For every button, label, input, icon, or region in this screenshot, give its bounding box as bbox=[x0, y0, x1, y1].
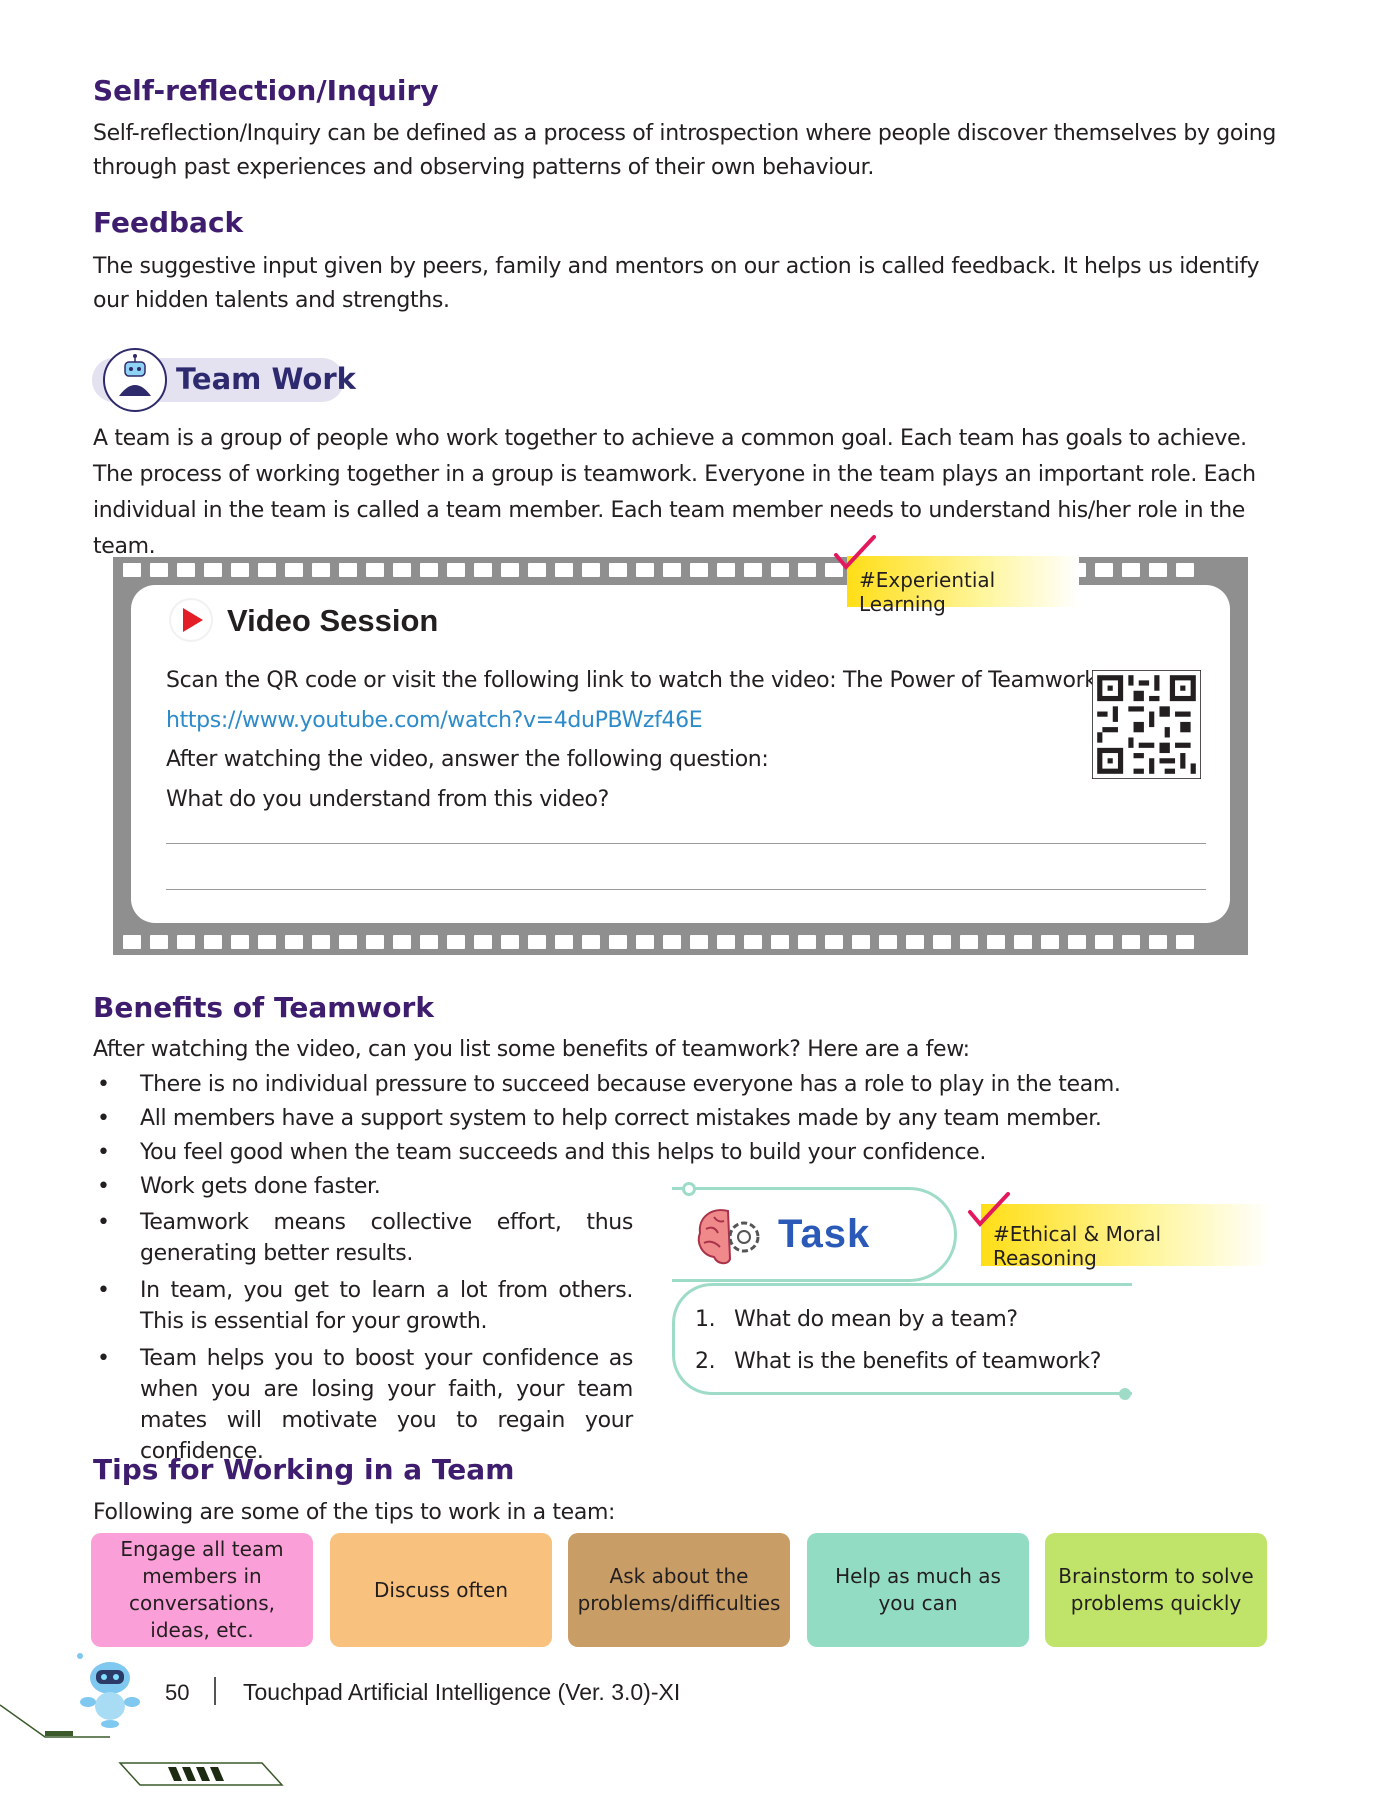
experiential-learning-text: #Experiential Learning bbox=[859, 568, 996, 616]
benefits-list-top: There is no individual pressure to succe… bbox=[93, 1068, 1193, 1204]
video-after-text: After watching the video, answer the fol… bbox=[166, 747, 769, 772]
play-icon bbox=[171, 600, 211, 640]
robot-mascot-icon bbox=[77, 1653, 140, 1728]
benefits-heading: Benefits of Teamwork bbox=[93, 991, 434, 1024]
video-session-title: Video Session bbox=[227, 603, 439, 638]
qr-code-icon[interactable] bbox=[1092, 670, 1201, 779]
page-number: 50 bbox=[165, 1680, 190, 1705]
list-item: Team helps you to boost your confidence … bbox=[93, 1343, 633, 1467]
answer-line-1[interactable] bbox=[166, 843, 1206, 844]
self-reflection-heading: Self-reflection/Inquiry bbox=[93, 74, 439, 107]
team-work-text: A team is a group of people who work tog… bbox=[93, 426, 1256, 559]
tip-card-discuss: Discuss often bbox=[330, 1533, 552, 1647]
list-item: Work gets done faster. bbox=[93, 1170, 1193, 1204]
footer-divider bbox=[214, 1677, 216, 1705]
tip-card-engage: Engage all team members in conversations… bbox=[91, 1533, 313, 1647]
video-instruction: Scan the QR code or visit the following … bbox=[166, 668, 1097, 693]
video-question: What do you understand from this video? bbox=[166, 787, 609, 812]
tip-card-help: Help as much as you can bbox=[807, 1533, 1029, 1647]
ethical-reasoning-tag: #Ethical & Moral Reasoning bbox=[981, 1204, 1271, 1270]
self-reflection-text: Self-reflection/Inquiry can be defined a… bbox=[93, 121, 1276, 180]
checkmark-icon bbox=[968, 1192, 1010, 1228]
brain-gear-icon bbox=[697, 1209, 760, 1265]
robot-icon bbox=[103, 348, 167, 412]
task-q1-number: 1. bbox=[695, 1307, 716, 1332]
task-q2: What is the benefits of teamwork? bbox=[734, 1349, 1102, 1374]
checkmark-icon bbox=[834, 535, 876, 571]
tip-card-brainstorm: Brainstorm to solve problems quickly bbox=[1045, 1533, 1267, 1647]
team-work-label: Team Work bbox=[176, 362, 356, 396]
film-holes-bottom bbox=[113, 935, 1248, 949]
video-link[interactable]: https://www.youtube.com/watch?v=4duPBWzf… bbox=[166, 704, 703, 738]
list-item: In team, you get to learn a lot from oth… bbox=[93, 1275, 633, 1337]
benefits-list-bottom: Teamwork means collective effort, thus g… bbox=[93, 1207, 633, 1467]
feedback-text: The suggestive input given by peers, fam… bbox=[93, 254, 1260, 313]
task-q2-number: 2. bbox=[695, 1349, 716, 1374]
ethical-reasoning-text: #Ethical & Moral Reasoning bbox=[993, 1222, 1162, 1270]
list-item: All members have a support system to hel… bbox=[93, 1102, 1193, 1136]
task-q1: What do mean by a team? bbox=[734, 1307, 1018, 1332]
connector-dot bbox=[1119, 1388, 1131, 1400]
list-item: There is no individual pressure to succe… bbox=[93, 1068, 1193, 1102]
footer-title: Touchpad Artificial Intelligence (Ver. 3… bbox=[243, 1679, 681, 1705]
tips-heading: Tips for Working in a Team bbox=[93, 1453, 515, 1486]
answer-line-2[interactable] bbox=[166, 889, 1206, 890]
tips-intro: Following are some of the tips to work i… bbox=[93, 1500, 616, 1525]
connector-dot bbox=[682, 1182, 696, 1196]
list-item: You feel good when the team succeeds and… bbox=[93, 1136, 1193, 1170]
experiential-learning-tag: #Experiential Learning bbox=[847, 556, 1079, 616]
benefits-intro: After watching the video, can you list s… bbox=[93, 1037, 970, 1062]
feedback-heading: Feedback bbox=[93, 206, 244, 239]
task-title: Task bbox=[778, 1212, 871, 1256]
tip-card-ask: Ask about the problems/difficulties bbox=[568, 1533, 790, 1647]
list-item: Teamwork means collective effort, thus g… bbox=[93, 1207, 633, 1269]
